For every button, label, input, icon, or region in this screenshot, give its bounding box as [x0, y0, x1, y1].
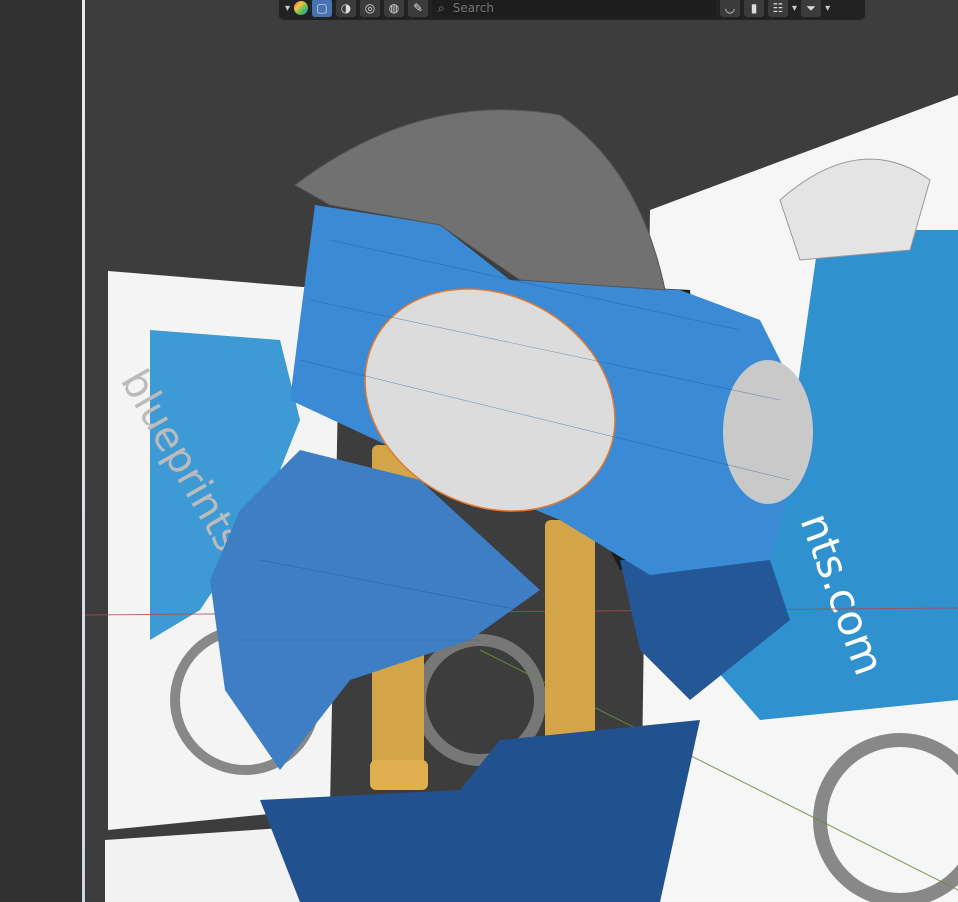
- fork-tube-right: [545, 520, 595, 760]
- scene-canvas: blueprints.com nts.com: [85, 95, 958, 902]
- hierarchy-icon[interactable]: ☷: [768, 0, 789, 17]
- dropdown-chevron-icon[interactable]: ▾: [285, 3, 290, 14]
- 3d-viewport[interactable]: blueprints.com nts.com ▾ ▢ ◑ ◎ ◍ ✎ ⌕ Sea…: [85, 0, 958, 902]
- material-shading-icon[interactable]: ◑: [336, 0, 357, 17]
- bookmark-icon[interactable]: ▮: [744, 0, 765, 17]
- filter-icon[interactable]: ⏷: [801, 0, 822, 17]
- viewport-shading-icon[interactable]: ◍: [384, 0, 405, 17]
- search-input[interactable]: [450, 0, 685, 16]
- headlight-right: [723, 360, 813, 504]
- filter-chevron-icon[interactable]: ▾: [825, 3, 830, 14]
- render-engine-icon[interactable]: [294, 1, 309, 15]
- brush-icon[interactable]: ✎: [408, 0, 429, 17]
- rendered-shading-icon[interactable]: ◎: [360, 0, 381, 17]
- solid-shading-icon[interactable]: ▢: [312, 0, 333, 17]
- hierarchy-chevron-icon[interactable]: ▾: [792, 3, 797, 14]
- overlay-icon[interactable]: ◡: [720, 0, 741, 17]
- search-field[interactable]: ⌕: [432, 0, 717, 17]
- search-icon: ⌕: [438, 0, 445, 15]
- viewport-header: ▾ ▢ ◑ ◎ ◍ ✎ ⌕ ◡ ▮ ☷ ▾ ⏷ ▾: [279, 0, 865, 20]
- left-panel: [0, 0, 82, 902]
